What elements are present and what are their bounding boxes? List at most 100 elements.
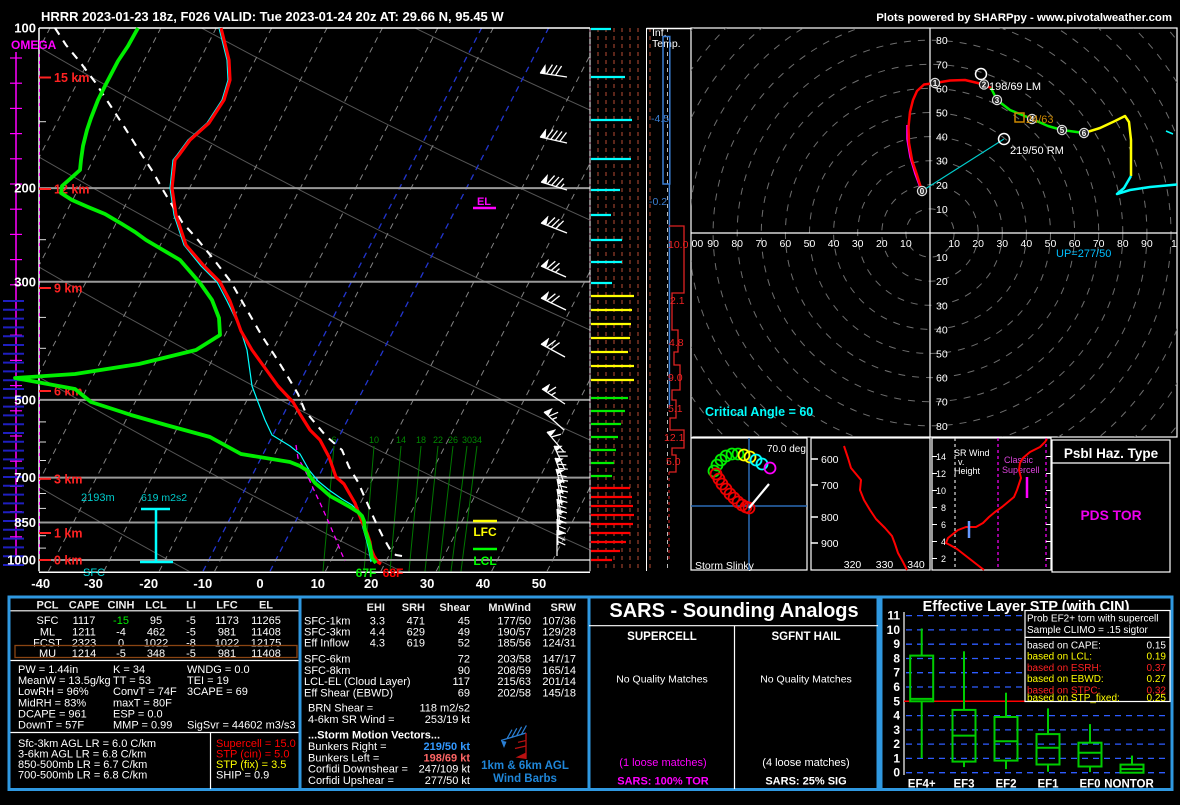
svg-text:50: 50 [532, 576, 546, 591]
svg-text:2193m: 2193m [81, 492, 115, 504]
svg-text:198/69 LM: 198/69 LM [989, 81, 1041, 93]
svg-text:30: 30 [852, 238, 864, 250]
svg-text:based on LCL:: based on LCL: [1027, 652, 1092, 663]
svg-text:based on CAPE:: based on CAPE: [1027, 641, 1101, 652]
svg-text:LFC: LFC [473, 525, 497, 539]
svg-text:145/18: 145/18 [542, 687, 576, 699]
svg-text:30: 30 [996, 238, 1008, 250]
svg-text:12: 12 [936, 469, 946, 479]
svg-text:CINH: CINH [108, 600, 135, 612]
svg-text:14: 14 [936, 452, 946, 462]
svg-text:1214: 1214 [72, 648, 96, 660]
svg-text:-4.5: -4.5 [651, 113, 669, 125]
svg-text:20: 20 [876, 238, 888, 250]
svg-text:Plots powered by SHARPpy - www: Plots powered by SHARPpy - www.pivotalwe… [876, 12, 1172, 24]
svg-text:1000: 1000 [7, 553, 36, 568]
svg-text:2: 2 [893, 737, 900, 751]
svg-text:0 km: 0 km [54, 554, 83, 568]
svg-text:9.0: 9.0 [668, 372, 683, 384]
svg-text:11408: 11408 [251, 648, 281, 660]
svg-text:PCL: PCL [37, 600, 59, 612]
svg-text:SHIP = 0.9: SHIP = 0.9 [216, 770, 269, 782]
svg-text:MnWind: MnWind [488, 602, 531, 614]
svg-text:80: 80 [936, 421, 948, 433]
svg-text:Eff Inflow: Eff Inflow [304, 638, 349, 650]
svg-text:0: 0 [893, 766, 900, 780]
svg-text:118 m2/s2: 118 m2/s2 [419, 703, 470, 715]
svg-text:8: 8 [941, 503, 946, 513]
svg-text:22: 22 [433, 435, 443, 445]
svg-text:LI: LI [186, 600, 196, 612]
svg-text:0.15: 0.15 [1147, 641, 1167, 652]
svg-text:340: 340 [907, 559, 925, 571]
svg-text:UP=277/50: UP=277/50 [1056, 248, 1111, 260]
svg-text:(4 loose matches): (4 loose matches) [762, 757, 849, 769]
svg-text:MU: MU [39, 648, 56, 660]
svg-text:SFC-6km: SFC-6km [304, 653, 350, 665]
svg-text:SARS: 25% SIG: SARS: 25% SIG [765, 776, 846, 788]
svg-text:3: 3 [995, 96, 1000, 105]
svg-text:-5: -5 [186, 615, 196, 627]
svg-text:6: 6 [1082, 129, 1087, 138]
svg-text:Psbl Haz. Type: Psbl Haz. Type [1064, 446, 1159, 461]
svg-text:117: 117 [452, 676, 470, 688]
svg-text:4: 4 [893, 709, 900, 723]
svg-text:80: 80 [1117, 238, 1129, 250]
svg-text:18: 18 [416, 435, 426, 445]
svg-text:3 km: 3 km [54, 472, 83, 486]
svg-text:9 km: 9 km [54, 282, 83, 296]
svg-text:0.19: 0.19 [1147, 652, 1167, 663]
svg-text:PDS TOR: PDS TOR [1080, 508, 1141, 523]
svg-text:700-500mb LR = 6.8 C/km: 700-500mb LR = 6.8 C/km [18, 770, 147, 782]
svg-text:Sample CLIMO = .15 sigtor: Sample CLIMO = .15 sigtor [1027, 625, 1149, 636]
svg-text:67F: 67F [356, 566, 377, 580]
svg-text:40: 40 [1021, 238, 1033, 250]
svg-text:Prob EF2+ torn with supercell: Prob EF2+ torn with supercell [1027, 614, 1158, 625]
svg-text:BRN Shear =: BRN Shear = [308, 703, 373, 715]
svg-text:219/50 kt: 219/50 kt [424, 741, 471, 753]
svg-text:Height: Height [954, 466, 981, 476]
svg-text:11265: 11265 [251, 615, 281, 627]
svg-text:165/14: 165/14 [542, 665, 576, 677]
svg-text:800: 800 [821, 512, 839, 524]
svg-text:1117: 1117 [73, 615, 96, 627]
svg-text:SRH: SRH [402, 602, 425, 614]
svg-text:DownT = 57F: DownT = 57F [18, 720, 84, 732]
svg-text:185/56: 185/56 [497, 638, 531, 650]
svg-text:600: 600 [821, 454, 839, 466]
svg-text:20: 20 [936, 276, 948, 288]
svg-text:EF0: EF0 [1079, 779, 1100, 791]
svg-text:700: 700 [14, 470, 36, 485]
svg-text:253/19 kt: 253/19 kt [425, 714, 470, 726]
svg-text:based on ESRH:: based on ESRH: [1027, 663, 1102, 674]
svg-text:40: 40 [828, 238, 840, 250]
svg-text:2.1: 2.1 [670, 295, 685, 307]
svg-text:-0.2: -0.2 [649, 196, 667, 208]
svg-text:3: 3 [893, 723, 900, 737]
svg-text:147/17: 147/17 [542, 653, 576, 665]
svg-text:1: 1 [933, 79, 938, 88]
svg-text:-5: -5 [186, 648, 196, 660]
svg-text:124/31: 124/31 [542, 638, 576, 650]
svg-text:80: 80 [731, 238, 743, 250]
svg-text:70: 70 [936, 59, 948, 71]
svg-text:-15: -15 [113, 615, 129, 627]
svg-text:215/63: 215/63 [497, 676, 531, 688]
svg-text:40: 40 [936, 132, 948, 144]
svg-text:14: 14 [396, 435, 406, 445]
svg-text:EF3: EF3 [953, 779, 974, 791]
svg-text:No Quality Matches: No Quality Matches [760, 674, 852, 686]
svg-text:5.0: 5.0 [666, 456, 681, 468]
svg-text:4.8: 4.8 [669, 337, 684, 349]
svg-text:277/50 kt: 277/50 kt [425, 775, 470, 787]
svg-text:34: 34 [472, 435, 482, 445]
svg-text:70.0 deg: 70.0 deg [767, 444, 806, 455]
svg-text:1: 1 [1171, 238, 1177, 250]
svg-text:619: 619 [407, 638, 425, 650]
svg-text:4-6km SR Wind =: 4-6km SR Wind = [308, 714, 395, 726]
svg-text:201/14: 201/14 [542, 676, 576, 688]
svg-text:No Quality Matches: No Quality Matches [616, 674, 708, 686]
svg-text:8: 8 [893, 652, 900, 666]
svg-text:LCL: LCL [473, 554, 496, 568]
svg-text:10: 10 [936, 204, 948, 216]
